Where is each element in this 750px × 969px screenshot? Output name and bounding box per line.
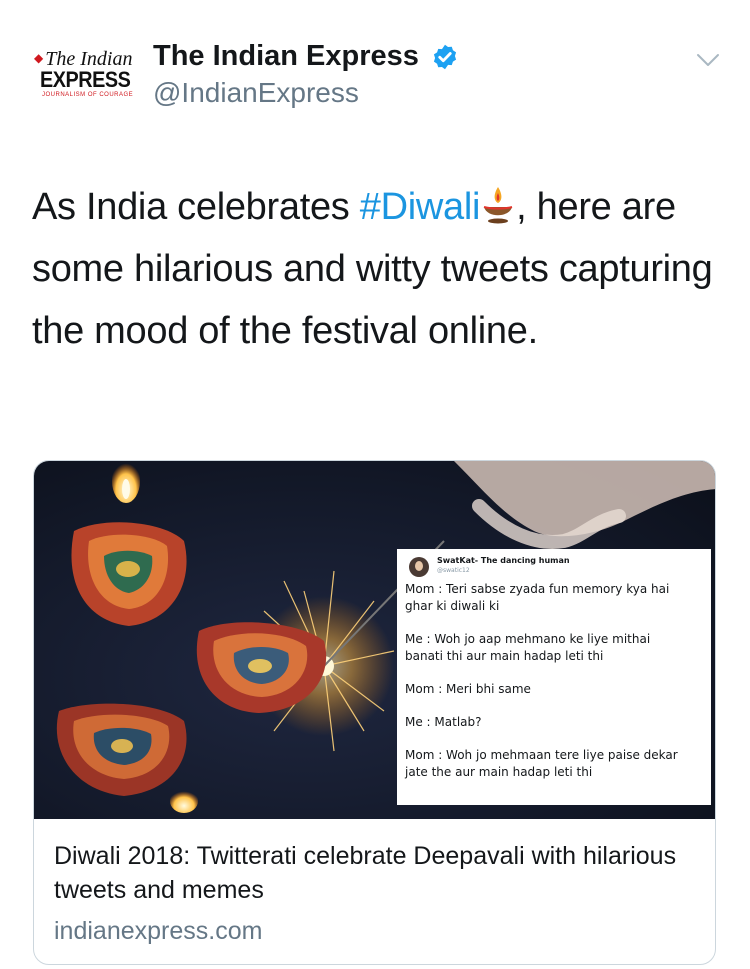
logo-line2: EXPRESS xyxy=(40,67,131,92)
dialogue-line: Mom : Woh jo mehmaan tere liye paise dek… xyxy=(405,748,678,762)
card-domain[interactable]: indianexpress.com xyxy=(54,917,262,946)
indian-express-logo[interactable]: ◆ The Indian EXPRESS JOURNALISM OF COURAG… xyxy=(30,48,134,104)
embedded-tweet-handle: @swatic12 xyxy=(437,567,470,574)
hashtag-link[interactable]: #Diwali xyxy=(360,186,481,228)
account-handle[interactable]: @IndianExpress xyxy=(153,77,359,109)
avatar xyxy=(409,557,429,577)
logo-diamond-icon: ◆ xyxy=(34,51,44,65)
embedded-tweet-screenshot: SwatKat- The dancing human @swatic12 Mom… xyxy=(397,549,711,805)
dialogue-line: Mom : Teri sabse zyada fun memory kya ha… xyxy=(405,582,670,596)
dialogue-line: Me : Woh jo aap mehmano ke liye mithai xyxy=(405,632,651,646)
tweet-text: As India celebrates #Diwali , here are s… xyxy=(32,186,713,352)
logo-tagline: JOURNALISM OF COURAGE xyxy=(42,92,134,98)
diya-lamp-icon xyxy=(483,187,513,224)
account-name[interactable]: The Indian Express xyxy=(153,40,419,73)
card-title[interactable]: Diwali 2018: Twitterati celebrate Deepav… xyxy=(54,839,704,907)
dialogue-line: ghar ki diwali ki xyxy=(405,599,500,613)
dialogue-line: banati thi aur main hadap leti thi xyxy=(405,649,604,663)
dialogue-line: Me : Matlab? xyxy=(405,715,482,729)
embedded-tweet-author: SwatKat- The dancing human xyxy=(437,556,570,565)
dialogue-line: Mom : Meri bhi same xyxy=(405,682,531,696)
verified-badge-icon xyxy=(433,44,457,70)
dialogue-line: jate the aur main hadap leti thi xyxy=(405,765,593,779)
chevron-down-icon[interactable] xyxy=(696,52,720,68)
link-card[interactable]: SwatKat- The dancing human @swatic12 Mom… xyxy=(33,460,716,965)
card-image: SwatKat- The dancing human @swatic12 Mom… xyxy=(34,461,715,819)
